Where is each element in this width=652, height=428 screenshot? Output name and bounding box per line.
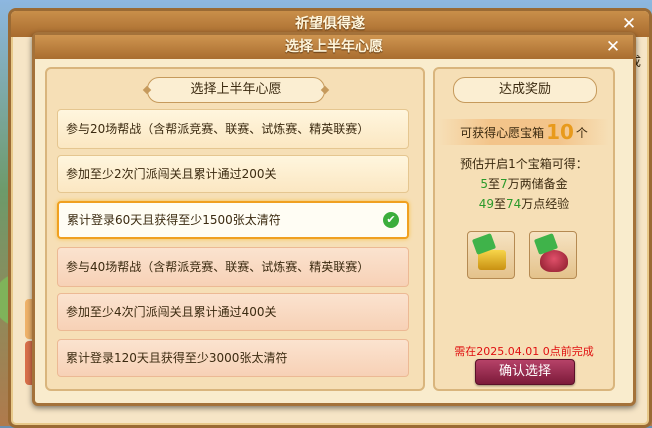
exp-unit: 万点经验 bbox=[521, 197, 570, 211]
selected-check-icon: ✔ bbox=[383, 212, 399, 228]
wish-option-text: 累计登录120天且获得至少3000张太清符 bbox=[66, 351, 288, 365]
reward-silver-line: 5至7万两储备金 bbox=[435, 175, 613, 192]
wish-option-6[interactable]: 累计登录120天且获得至少3000张太清符 bbox=[57, 339, 409, 377]
modal-close-icon[interactable]: ✕ bbox=[603, 37, 623, 57]
reward-exp-line: 49至74万点经验 bbox=[435, 195, 613, 212]
red-pouch-shape bbox=[540, 250, 568, 272]
wish-option-5[interactable]: 参加至少4次门派闯关且累计通过400关 bbox=[57, 293, 409, 331]
wish-selection-modal: 选择上半年心愿 ✕ 选择上半年心愿 参与20场帮战（含帮派竞赛、联赛、试炼赛、精… bbox=[32, 32, 636, 406]
wish-option-2[interactable]: 参加至少2次门派闯关且累计通过200关 bbox=[57, 155, 409, 193]
exp-max: 74 bbox=[506, 197, 522, 211]
wish-option-text: 参加至少4次门派闯关且累计通过400关 bbox=[66, 305, 277, 319]
modal-title-bar: 选择上半年心愿 bbox=[35, 35, 633, 59]
wish-option-text: 累计登录60天且获得至少1500张太清符 bbox=[67, 213, 281, 227]
range-connector: 至 bbox=[487, 177, 500, 191]
wish-option-text: 参与40场帮战（含帮派竞赛、联赛、试炼赛、精英联赛） bbox=[66, 260, 370, 274]
wish-option-text: 参加至少2次门派闯关且累计通过200关 bbox=[66, 167, 277, 181]
modal-title: 选择上半年心愿 bbox=[285, 39, 383, 55]
range-connector: 至 bbox=[493, 197, 506, 211]
wish-list-header: 选择上半年心愿 bbox=[147, 77, 325, 103]
wish-option-1[interactable]: 参与20场帮战（含帮派竞赛、联赛、试炼赛、精英联赛） bbox=[57, 109, 409, 149]
wish-option-3[interactable]: 累计登录60天且获得至少1500张太清符 ✔ bbox=[57, 201, 409, 239]
reward-header: 达成奖励 bbox=[453, 77, 597, 103]
reward-estimate-label: 预估开启1个宝箱可得： bbox=[460, 157, 588, 171]
silver-unit: 万两储备金 bbox=[507, 177, 568, 191]
wish-list-panel: 选择上半年心愿 参与20场帮战（含帮派竞赛、联赛、试炼赛、精英联赛） 参加至少2… bbox=[45, 67, 425, 391]
red-pouch-icon[interactable] bbox=[529, 231, 577, 279]
reward-panel: 达成奖励 可获得心愿宝箱 10 个 预估开启1个宝箱可得： 5至7万两储备金 49至… bbox=[433, 67, 615, 391]
wish-box-count: 可获得心愿宝箱 10 个 bbox=[439, 119, 609, 145]
wish-option-text: 参与20场帮战（含帮派竞赛、联赛、试炼赛、精英联赛） bbox=[66, 122, 370, 136]
gold-ingot-icon[interactable] bbox=[467, 231, 515, 279]
silver-max: 7 bbox=[500, 177, 508, 191]
confirm-selection-button[interactable]: 确认选择 bbox=[475, 359, 575, 385]
box-count-value: 10 bbox=[546, 120, 574, 144]
box-count-suffix: 个 bbox=[575, 126, 588, 140]
exp-min: 49 bbox=[478, 197, 494, 211]
wish-option-4[interactable]: 参与40场帮战（含帮派竞赛、联赛、试炼赛、精英联赛） bbox=[57, 247, 409, 287]
box-count-prefix: 可获得心愿宝箱 bbox=[460, 126, 545, 140]
outer-close-icon[interactable]: ✕ bbox=[619, 14, 639, 34]
deadline-text: 需在2025.04.01 0点前完成 bbox=[454, 345, 594, 358]
silver-min: 5 bbox=[480, 177, 488, 191]
